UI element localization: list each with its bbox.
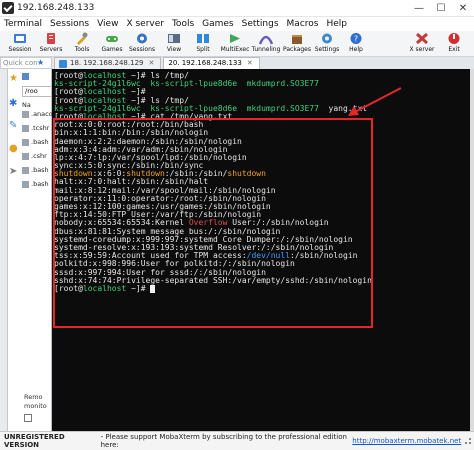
unregistered-label: UNREGISTERED VERSION <box>4 433 65 449</box>
menu-x-server[interactable]: X server <box>122 19 168 29</box>
pen-icon[interactable]: ✎ <box>9 120 23 134</box>
split-icon <box>196 32 210 45</box>
file-item[interactable]: .bash <box>22 166 49 174</box>
maximize-button[interactable]: ☐ <box>430 3 452 14</box>
close-tab-icon[interactable]: ✕ <box>148 58 154 69</box>
menu-terminal[interactable]: Terminal <box>0 19 46 29</box>
tunneling-icon <box>258 32 274 45</box>
menu-bar: Terminal Sessions View X server Tools Ga… <box>0 17 474 31</box>
mobaxterm-app-icon <box>2 2 14 14</box>
terminal-output[interactable]: [root@localhost ~]# ls /tmp/ks-script-24… <box>52 69 470 431</box>
send-icon[interactable]: ➤ <box>9 166 23 180</box>
close-tab-icon[interactable]: ✕ <box>247 58 253 69</box>
terminal-text: yang.txt <box>318 103 368 113</box>
star-icon[interactable]: ★ <box>9 73 23 87</box>
upload-icon[interactable] <box>22 73 31 80</box>
main-toolbar: Session Servers Tools Games Sessions Vie… <box>0 31 474 57</box>
terminal-text: :/sbin/nologin <box>290 251 358 261</box>
close-button[interactable]: ✕ <box>452 3 474 14</box>
window-title: 192.168.248.133 <box>17 3 95 13</box>
session-tab[interactable]: 18. 192.168.248.129 ✕ <box>54 57 162 69</box>
file-item[interactable]: .cshr <box>22 152 47 160</box>
tools-icon <box>75 32 89 45</box>
file-item[interactable]: .bash <box>22 180 49 188</box>
home-icon <box>59 59 67 68</box>
file-item[interactable]: .anaco <box>22 110 53 118</box>
terminal-text: localhost <box>82 283 127 293</box>
sessions-button[interactable]: Sessions <box>124 32 160 53</box>
menu-view[interactable]: View <box>93 19 122 29</box>
multiexec-icon <box>228 32 242 45</box>
servers-icon <box>44 32 58 45</box>
resize-grip-icon[interactable] <box>465 438 472 444</box>
exit-icon <box>447 32 461 45</box>
folder-header: Na <box>22 101 31 109</box>
mobaxterm-link[interactable]: http://mobaxterm.mobatek.net <box>352 437 461 445</box>
terminal-line: [root@localhost ~]# <box>54 283 468 293</box>
file-item[interactable]: .tcshr <box>22 124 49 132</box>
remote-path-input[interactable]: /roo <box>22 86 52 97</box>
help-button[interactable]: ? Help <box>338 32 374 53</box>
games-icon <box>105 32 119 45</box>
menu-settings[interactable]: Settings <box>238 19 283 29</box>
star-icon[interactable]: ★ <box>37 58 49 68</box>
x-server-button[interactable]: X server <box>404 32 440 53</box>
remote-monitoring-checkbox[interactable] <box>24 414 32 422</box>
settings-icon <box>320 32 334 45</box>
tools-icon[interactable]: ✱ <box>9 98 23 112</box>
session-icon <box>13 32 27 45</box>
window-titlebar: 192.168.248.133 — ☐ ✕ <box>0 0 474 17</box>
support-message: - Please support MobaXterm by subscribin… <box>100 433 347 449</box>
xserver-icon <box>415 32 429 45</box>
menu-tools[interactable]: Tools <box>168 19 198 29</box>
session-tab-bar: 18. 192.168.248.129 ✕ 20. 192.168.248.133… <box>52 57 474 69</box>
minimize-button[interactable]: — <box>408 3 430 14</box>
split-button[interactable]: Split <box>185 32 221 53</box>
menu-help[interactable]: Help <box>322 19 351 29</box>
terminal-cursor <box>150 284 156 293</box>
terminal-text: shutdown <box>227 169 266 179</box>
terminal-scrollbar[interactable] <box>470 69 474 431</box>
help-icon: ? <box>349 32 363 45</box>
menu-macros[interactable]: Macros <box>283 19 323 29</box>
file-item[interactable]: .bash <box>22 138 49 146</box>
session-tab-active[interactable]: 20. 192.168.248.133 ✕ <box>163 57 260 69</box>
macro-icon[interactable]: ● <box>9 143 23 157</box>
sessions-icon <box>135 32 149 45</box>
svg-text:?: ? <box>354 35 358 44</box>
packages-icon <box>290 32 304 45</box>
remote-monitoring-label[interactable]: Remo monito <box>24 393 47 411</box>
terminal-text: [root@ <box>54 283 83 293</box>
exit-button[interactable]: Exit <box>436 32 472 53</box>
view-icon <box>167 32 181 45</box>
menu-sessions[interactable]: Sessions <box>46 19 93 29</box>
menu-games[interactable]: Games <box>198 19 237 29</box>
terminal-text: ~]# <box>126 283 151 293</box>
sidebar-vertical-tabs[interactable] <box>0 69 8 431</box>
status-bar: UNREGISTERED VERSION - Please support Mo… <box>0 431 474 450</box>
